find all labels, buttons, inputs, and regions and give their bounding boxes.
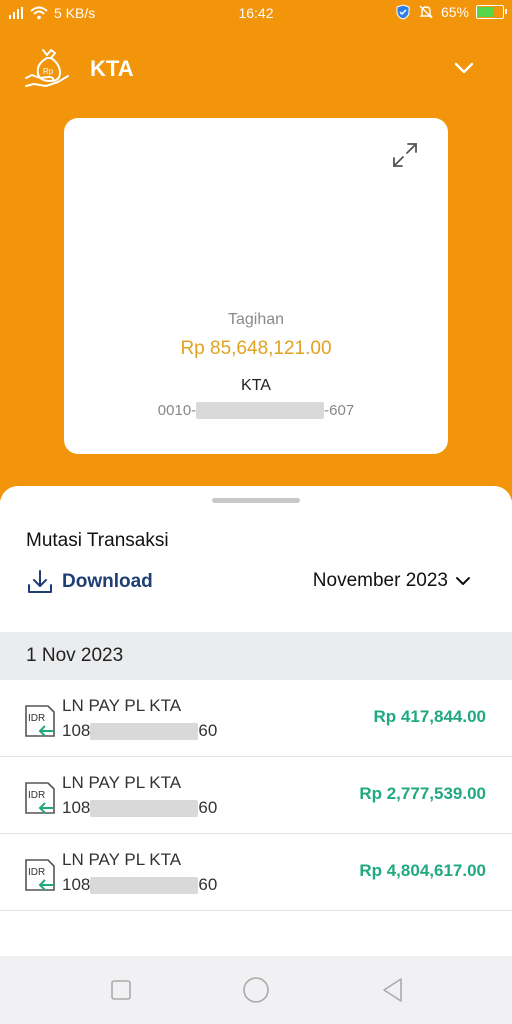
account-suffix: -607	[324, 402, 355, 419]
expand-icon[interactable]	[392, 142, 418, 168]
chevron-down-icon[interactable]	[452, 56, 476, 80]
transaction-row[interactable]: IDR LN PAY PL KTA 108 60 Rp 2,777,539.00	[0, 757, 512, 834]
status-bar: 5 KB/s 16:42 65%	[0, 0, 512, 26]
account-prefix: 0010-	[157, 402, 197, 419]
bill-label: Tagihan	[227, 311, 285, 328]
currency-code: IDR	[28, 867, 45, 878]
idr-incoming-icon: IDR	[25, 705, 55, 737]
month-selector[interactable]: November 2023	[313, 570, 472, 592]
drag-handle[interactable]	[212, 498, 300, 503]
battery-fill	[478, 7, 494, 17]
account-mask	[90, 799, 199, 817]
date-group-header: 1 Nov 2023	[0, 632, 512, 680]
transaction-title: LN PAY PL KTA	[62, 773, 182, 792]
transaction-account: 108 60	[62, 721, 217, 741]
money-bag-icon: Rp	[25, 49, 69, 87]
app-header: Rp KTA	[0, 40, 512, 96]
transaction-row[interactable]: IDR LN PAY PL KTA 108 60 Rp 4,804,617.00	[0, 834, 512, 911]
transactions-sheet: Mutasi Transaksi Download November 2023 …	[0, 486, 512, 956]
product-name: KTA	[241, 377, 271, 394]
download-icon	[28, 570, 52, 593]
battery-icon	[476, 5, 507, 19]
section-title: Mutasi Transaksi	[26, 530, 169, 551]
transaction-amount: Rp 4,804,617.00	[359, 861, 486, 880]
account-suffix: 60	[198, 875, 218, 894]
month-label: November 2023	[312, 570, 448, 591]
currency-code: IDR	[28, 790, 45, 801]
bill-amount: Rp 85,648,121.00	[180, 338, 332, 359]
currency-code: IDR	[28, 713, 45, 724]
transaction-title: LN PAY PL KTA	[62, 696, 182, 715]
idr-incoming-icon: IDR	[25, 859, 55, 891]
account-card[interactable]: Tagihan Rp 85,648,121.00 KTA 0010- -607	[64, 118, 448, 454]
download-label: Download	[62, 571, 153, 592]
account-prefix: 108	[62, 721, 91, 740]
transaction-account: 108 60	[62, 798, 217, 818]
system-nav-bar	[0, 956, 512, 1024]
date-group-label: 1 Nov 2023	[26, 645, 124, 666]
account-suffix: 60	[198, 721, 218, 740]
account-mask	[90, 722, 199, 740]
chevron-down-icon	[456, 577, 470, 585]
account-prefix: 108	[62, 798, 91, 817]
idr-incoming-icon: IDR	[25, 782, 55, 814]
transaction-row[interactable]: IDR LN PAY PL KTA 108 60 Rp 417,844.00	[0, 680, 512, 757]
account-number: 0010- -607	[64, 402, 448, 419]
account-suffix: 60	[198, 798, 218, 817]
account-prefix: 108	[62, 875, 91, 894]
page-title: KTA	[90, 56, 134, 81]
circle-icon[interactable]	[242, 976, 270, 1004]
account-mask	[90, 876, 199, 894]
transaction-amount: Rp 2,777,539.00	[359, 784, 486, 803]
back-triangle-icon[interactable]	[379, 976, 407, 1004]
mute-icon	[419, 5, 433, 19]
transaction-account: 108 60	[62, 875, 217, 895]
battery-percent: 65%	[440, 4, 469, 20]
transaction-title: LN PAY PL KTA	[62, 850, 182, 869]
account-mask	[196, 402, 325, 419]
transaction-amount: Rp 417,844.00	[373, 707, 486, 726]
download-button[interactable]: Download	[26, 568, 153, 596]
shield-icon	[396, 4, 410, 20]
square-icon[interactable]	[107, 976, 135, 1004]
svg-text:Rp: Rp	[43, 67, 54, 76]
